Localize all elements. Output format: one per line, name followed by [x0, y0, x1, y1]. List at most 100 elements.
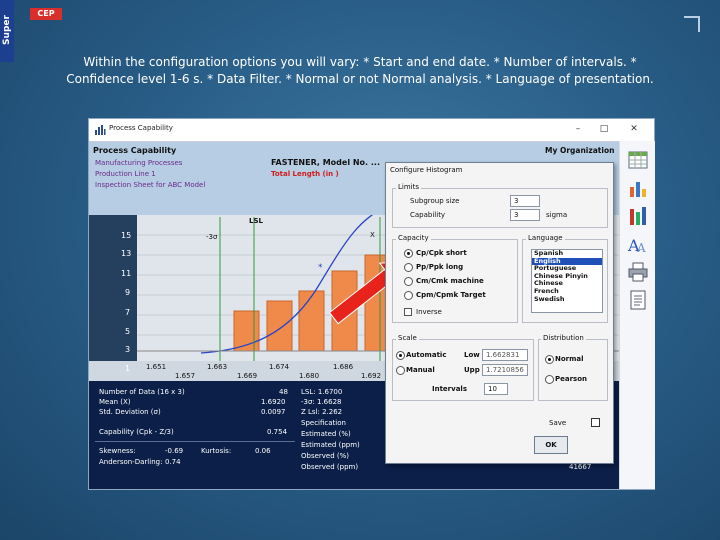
- lsl-stat: LSL: 1.6700: [301, 388, 343, 396]
- anderson-darling-label: Anderson-Darling:: [99, 458, 163, 466]
- estimated-ppm-label: Estimated (ppm): [301, 441, 360, 449]
- low-input[interactable]: 1.662831: [482, 349, 528, 361]
- x-tick-label: 1.692: [361, 372, 382, 380]
- brand-badge: CEP: [30, 8, 62, 20]
- distribution-group-label: Distribution: [541, 334, 586, 342]
- lsl-label: LSL: [249, 217, 263, 225]
- capacity-option-label: Cm/Cmk machine: [416, 277, 484, 285]
- kurtosis-value: 0.06: [255, 447, 271, 455]
- minimize-button[interactable]: –: [571, 122, 585, 136]
- font-icon[interactable]: A A: [627, 233, 649, 255]
- color-bars-icon[interactable]: [627, 205, 649, 227]
- language-item[interactable]: Swedish: [532, 295, 602, 304]
- printer-icon[interactable]: [627, 261, 649, 283]
- x-tick-label: 1.674: [269, 363, 290, 371]
- report-title: Process Capability: [93, 146, 177, 155]
- language-list[interactable]: Spanish English Portuguese Chinese Pinyi…: [531, 249, 603, 313]
- document-icon[interactable]: [627, 289, 649, 311]
- brand-vertical-text: Super: [2, 15, 12, 45]
- automatic-radio[interactable]: [396, 351, 405, 360]
- histogram-bar: [298, 290, 325, 352]
- subgroup-size-input[interactable]: 3: [510, 195, 540, 207]
- upp-input[interactable]: 1.7210856: [482, 364, 528, 376]
- capacity-radio[interactable]: [404, 291, 413, 300]
- window-title: Process Capability: [109, 124, 173, 132]
- y-tick-label: 15: [121, 231, 132, 240]
- histogram-bar: [266, 300, 293, 352]
- organization-label: My Organization: [545, 146, 615, 155]
- save-checkbox[interactable]: [591, 418, 600, 427]
- low-label: Low: [464, 351, 480, 359]
- mean-marker: *: [318, 263, 323, 273]
- y-tick-label: 3: [125, 345, 131, 354]
- right-toolbar: A A: [619, 141, 655, 489]
- distribution-group: [538, 339, 608, 401]
- std-value: 0.0097: [261, 408, 286, 416]
- x-tick-label: 1.657: [175, 372, 196, 380]
- ok-button[interactable]: OK: [534, 436, 568, 454]
- dialog-title: Configure Histogram: [390, 166, 463, 174]
- automatic-label: Automatic: [406, 351, 447, 359]
- capacity-option-label: Cpm/Cpmk Target: [416, 291, 486, 299]
- measure-label: Total Length (in ): [271, 170, 339, 178]
- table-icon[interactable]: [627, 149, 649, 171]
- capacity-option-label: Cp/Cpk short: [416, 249, 467, 257]
- intervals-label: Intervals: [432, 385, 467, 393]
- anderson-darling-value: 0.74: [165, 458, 181, 466]
- capability-sigma-input[interactable]: 3: [510, 209, 540, 221]
- capability-value: 0.754: [267, 428, 288, 436]
- capacity-option-label: Pp/Ppk long: [416, 263, 464, 271]
- specification-label: Specification: [301, 419, 346, 427]
- kurtosis-label: Kurtosis:: [201, 447, 232, 455]
- header-line-1: Manufacturing Processes: [95, 159, 183, 167]
- observed-pct-label: Observed (%): [301, 452, 350, 460]
- bar-chart-icon[interactable]: [627, 177, 649, 199]
- estimated-pct-label: Estimated (%): [301, 430, 351, 438]
- normal-radio[interactable]: [545, 355, 554, 364]
- window-titlebar[interactable]: Process Capability – □ ✕: [89, 119, 654, 142]
- y-tick-label: 9: [125, 288, 131, 297]
- manual-label: Manual: [406, 366, 435, 374]
- observed-ppm-label: Observed (ppm): [301, 463, 359, 471]
- x-tick-label: 1.651: [146, 363, 167, 371]
- zlsl-stat: Z Lsl: 2.262: [301, 408, 343, 416]
- mean-x-label: X: [370, 231, 375, 239]
- y-tick-label: 5: [125, 327, 131, 336]
- configure-histogram-dialog: Configure Histogram Limits Subgroup size…: [385, 162, 614, 464]
- y-tick-label: 7: [125, 308, 131, 317]
- minus3s-label: -3σ: [206, 233, 218, 241]
- capacity-radio[interactable]: [404, 249, 413, 258]
- manual-radio[interactable]: [396, 366, 405, 375]
- scale-group-label: Scale: [396, 334, 419, 342]
- skewness-value: -0.69: [165, 447, 184, 455]
- corner-decoration: [684, 16, 700, 32]
- capacity-radio[interactable]: [404, 263, 413, 272]
- y-tick-label: 13: [121, 249, 132, 258]
- capacity-group-label: Capacity: [396, 234, 431, 242]
- skewness-label: Skewness:: [99, 447, 136, 455]
- save-label: Save: [549, 419, 567, 427]
- x-tick-label: 1.669: [237, 372, 258, 380]
- capacity-radio[interactable]: [404, 277, 413, 286]
- close-button[interactable]: ✕: [627, 122, 641, 136]
- x-tick-label: 1.680: [299, 372, 320, 380]
- x-tick-label: 1.686: [333, 363, 354, 371]
- x-tick-label: 1.663: [207, 363, 228, 371]
- model-label: FASTENER, Model No. ...: [271, 158, 380, 167]
- intervals-input[interactable]: 10: [484, 383, 508, 395]
- pearson-label: Pearson: [555, 375, 588, 383]
- normal-label: Normal: [555, 355, 584, 363]
- capability-label: Capability (Cpk - Z/3): [99, 428, 174, 436]
- sigma-unit-label: sigma: [546, 211, 568, 219]
- subgroup-size-label: Subgroup size: [410, 197, 460, 205]
- maximize-button[interactable]: □: [597, 122, 611, 136]
- inverse-label: Inverse: [416, 308, 442, 316]
- header-line-2: Production Line 1: [95, 170, 156, 178]
- observed-ppm-value: 41667: [569, 463, 592, 471]
- pearson-radio[interactable]: [545, 375, 554, 384]
- limits-group: [392, 188, 608, 228]
- inverse-checkbox[interactable]: [404, 308, 412, 316]
- limits-group-label: Limits: [396, 183, 421, 191]
- svg-text:A: A: [636, 241, 646, 255]
- language-group-label: Language: [526, 234, 565, 242]
